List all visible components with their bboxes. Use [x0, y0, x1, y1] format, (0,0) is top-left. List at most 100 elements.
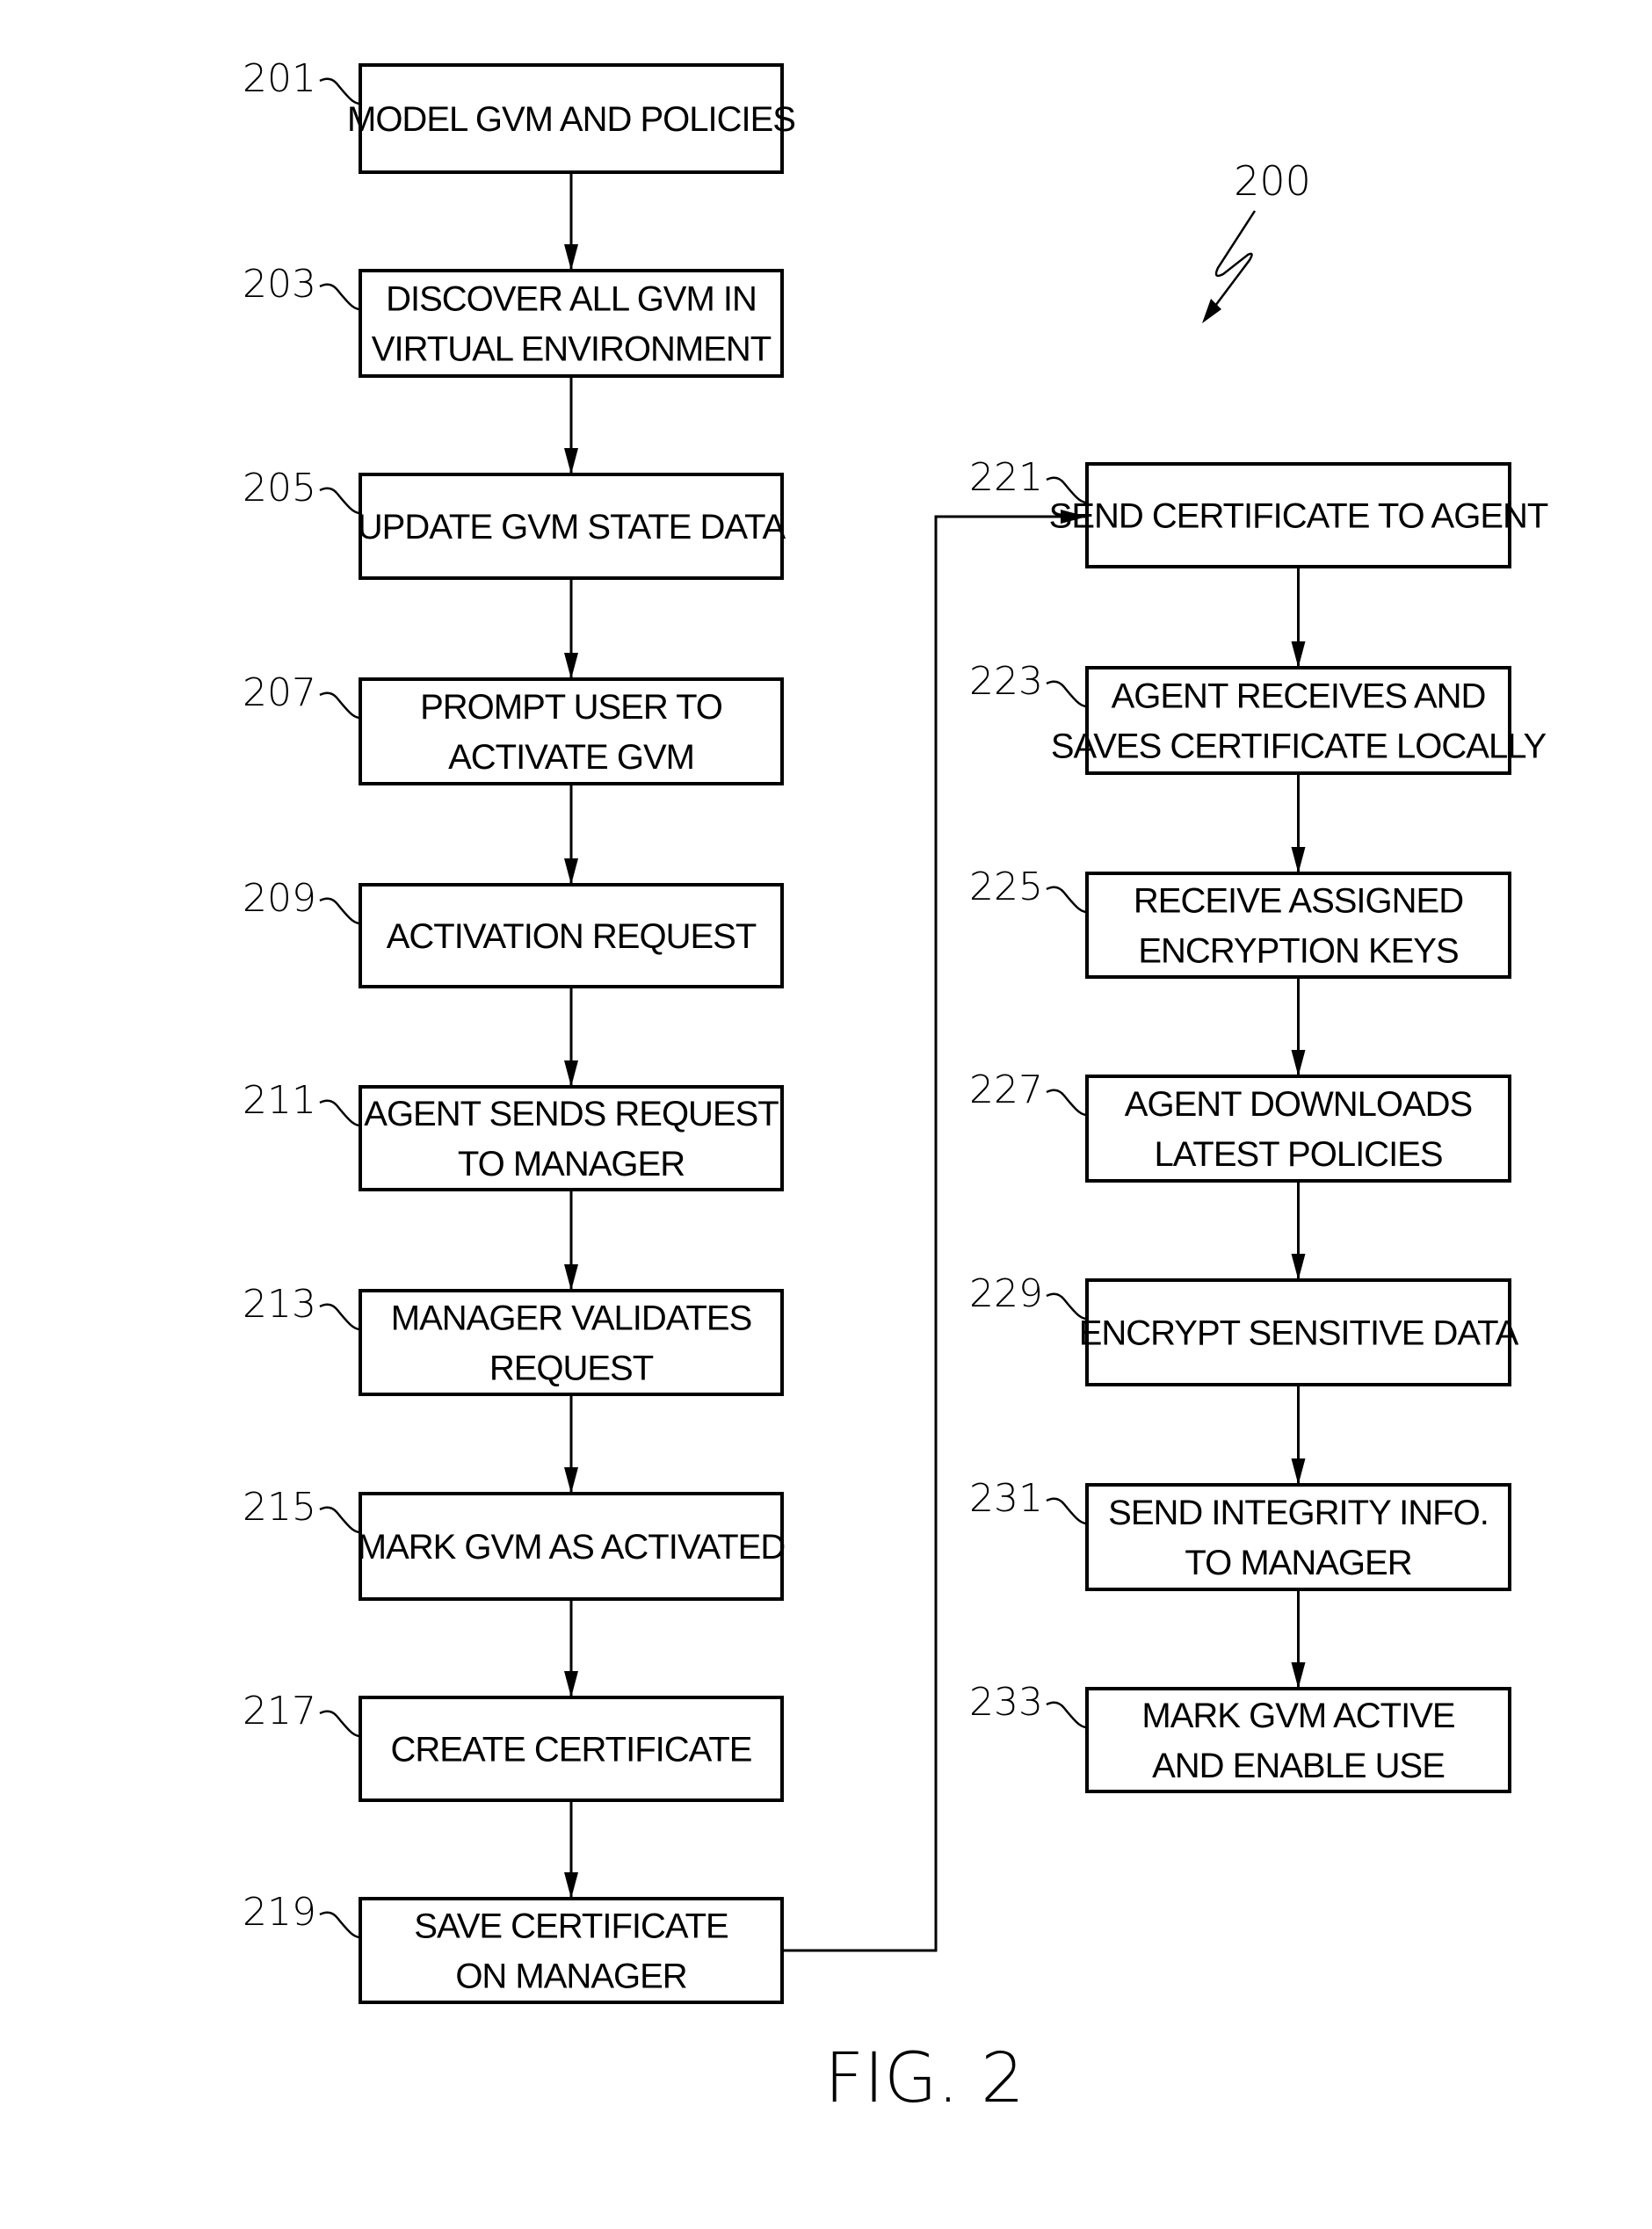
step-201: MODEL GVM AND POLICIES 201: [243, 56, 796, 174]
step-text-line: ON MANAGER: [455, 1958, 686, 1996]
arrowhead: [564, 653, 578, 679]
arrowhead: [1291, 847, 1306, 873]
arrowhead: [564, 244, 578, 271]
arrowhead: [564, 1060, 578, 1087]
reference-leader-line: [319, 1506, 361, 1534]
arrowhead: [1291, 1050, 1306, 1076]
step-text-line: MARK GVM AS ACTIVATED: [358, 1528, 786, 1567]
arrowhead: [564, 1467, 578, 1494]
reference-leader-line: [319, 897, 361, 925]
figure-reference-numeral: 200: [1234, 157, 1311, 205]
step-text-line: ENCRYPT SENSITIVE DATA: [1079, 1314, 1519, 1353]
arrowhead: [564, 1671, 578, 1697]
step-text-line: MANAGER VALIDATES: [391, 1299, 752, 1338]
step-reference-numeral: 233: [969, 1680, 1043, 1725]
boxes-layer: MODEL GVM AND POLICIES 201 DISCOVER ALL GV…: [243, 56, 1549, 2004]
edge-229-231: [1291, 1385, 1306, 1485]
step-203: DISCOVER ALL GVM IN VIRTUAL ENVIRONMENT 20…: [243, 262, 784, 378]
step-text-line: AGENT SENDS REQUEST: [364, 1095, 779, 1133]
step-reference-numeral: 203: [243, 262, 316, 307]
step-reference-numeral: 209: [243, 876, 316, 921]
step-reference-numeral: 227: [969, 1067, 1043, 1112]
edge-205-207: [564, 578, 578, 679]
step-text-line: VIRTUAL ENVIRONMENT: [372, 330, 772, 369]
figure-reference: 200: [1202, 157, 1311, 323]
reference-leader-line: [319, 1710, 361, 1738]
step-text-line: AGENT DOWNLOADS: [1125, 1085, 1472, 1124]
step-reference-numeral: 207: [243, 670, 316, 715]
step-225: RECEIVE ASSIGNED ENCRYPTION KEYS 225: [969, 865, 1511, 979]
lightning-arrow-icon: [1212, 210, 1257, 310]
step-229: ENCRYPT SENSITIVE DATA 229: [969, 1271, 1520, 1386]
arrowhead: [564, 1872, 578, 1899]
step-217: CREATE CERTIFICATE 217: [243, 1689, 784, 1802]
reference-leader-line: [1046, 886, 1088, 914]
step-reference-numeral: 213: [243, 1282, 316, 1327]
edge-227-229: [1291, 1181, 1306, 1280]
step-text-line: SEND INTEGRITY INFO.: [1108, 1494, 1489, 1532]
step-213: MANAGER VALIDATES REQUEST 213: [243, 1282, 784, 1396]
step-reference-numeral: 231: [969, 1476, 1043, 1521]
edge-211-213: [564, 1190, 578, 1291]
arrowhead: [564, 858, 578, 885]
edge-231-233: [1291, 1589, 1306, 1689]
arrowhead: [1291, 641, 1306, 668]
step-text-line: SAVE CERTIFICATE: [414, 1907, 728, 1946]
reference-leader-line: [1046, 1497, 1088, 1525]
step-text-line: TO MANAGER: [1185, 1544, 1411, 1582]
arrowhead: [1291, 1458, 1306, 1485]
arrowhead: [1291, 1254, 1306, 1280]
step-text-line: MARK GVM ACTIVE: [1141, 1697, 1454, 1735]
step-205: UPDATE GVM STATE DATA 205: [243, 466, 787, 580]
reference-leader-line: [1046, 680, 1088, 708]
step-text-line: DISCOVER ALL GVM IN: [386, 280, 757, 319]
step-reference-numeral: 205: [243, 466, 316, 510]
flowchart-diagram: MODEL GVM AND POLICIES 201 DISCOVER ALL GV…: [243, 56, 1549, 2118]
reference-leader-line: [1046, 1701, 1088, 1729]
step-text-line: MODEL GVM AND POLICIES: [347, 100, 795, 139]
step-text-line: ACTIVATION REQUEST: [387, 917, 757, 956]
step-text-line: ACTIVATE GVM: [448, 738, 694, 777]
step-233: MARK GVM ACTIVE AND ENABLE USE 233: [969, 1680, 1511, 1793]
step-text-line: AGENT RECEIVES AND: [1112, 677, 1486, 716]
reference-leader-line: [319, 487, 361, 515]
edge-203-205: [564, 376, 578, 474]
reference-leader-line: [319, 1303, 361, 1331]
step-219: SAVE CERTIFICATE ON MANAGER 219: [243, 1890, 784, 2004]
step-text-line: PROMPT USER TO: [420, 688, 722, 727]
step-227: AGENT DOWNLOADS LATEST POLICIES 227: [969, 1067, 1511, 1183]
step-reference-numeral: 225: [969, 865, 1043, 909]
step-reference-numeral: 217: [243, 1689, 316, 1733]
step-text-line: TO MANAGER: [458, 1145, 685, 1183]
step-215: MARK GVM AS ACTIVATED 215: [243, 1485, 786, 1601]
figure-caption: FIG. 2: [824, 2039, 1025, 2118]
step-209: ACTIVATION REQUEST 209: [243, 876, 784, 988]
edge-201-203: [564, 172, 578, 271]
edge-209-211: [564, 987, 578, 1087]
step-reference-numeral: 229: [969, 1271, 1043, 1316]
edge-221-223: [1291, 567, 1306, 668]
step-231: SEND INTEGRITY INFO. TO MANAGER 231: [969, 1476, 1511, 1591]
step-211: AGENT SENDS REQUEST TO MANAGER 211: [243, 1078, 784, 1191]
step-text-line: UPDATE GVM STATE DATA: [358, 508, 786, 546]
edge-225-227: [1291, 977, 1306, 1076]
edge-213-215: [564, 1394, 578, 1494]
step-text-line: REQUEST: [489, 1350, 654, 1388]
reference-leader-line: [319, 283, 361, 311]
step-text-line: SAVES CERTIFICATE LOCALLY: [1051, 727, 1547, 766]
step-text-line: CREATE CERTIFICATE: [391, 1731, 752, 1769]
step-text-line: RECEIVE ASSIGNED: [1134, 882, 1463, 921]
edge-219-221: [782, 510, 1087, 1952]
edge-215-217: [564, 1599, 578, 1697]
step-reference-numeral: 223: [969, 659, 1043, 704]
step-reference-numeral: 221: [969, 455, 1043, 500]
step-reference-numeral: 219: [243, 1890, 316, 1935]
step-reference-numeral: 215: [243, 1485, 316, 1530]
step-text-line: SEND CERTIFICATE TO AGENT: [1049, 497, 1548, 536]
step-text-line: AND ENABLE USE: [1152, 1747, 1445, 1785]
step-reference-numeral: 201: [243, 56, 316, 101]
edge-223-225: [1291, 773, 1306, 873]
reference-leader-line: [1046, 1089, 1088, 1117]
edge-line: [782, 515, 1087, 1952]
step-223: AGENT RECEIVES AND SAVES CERTIFICATE LOCA…: [969, 659, 1547, 775]
